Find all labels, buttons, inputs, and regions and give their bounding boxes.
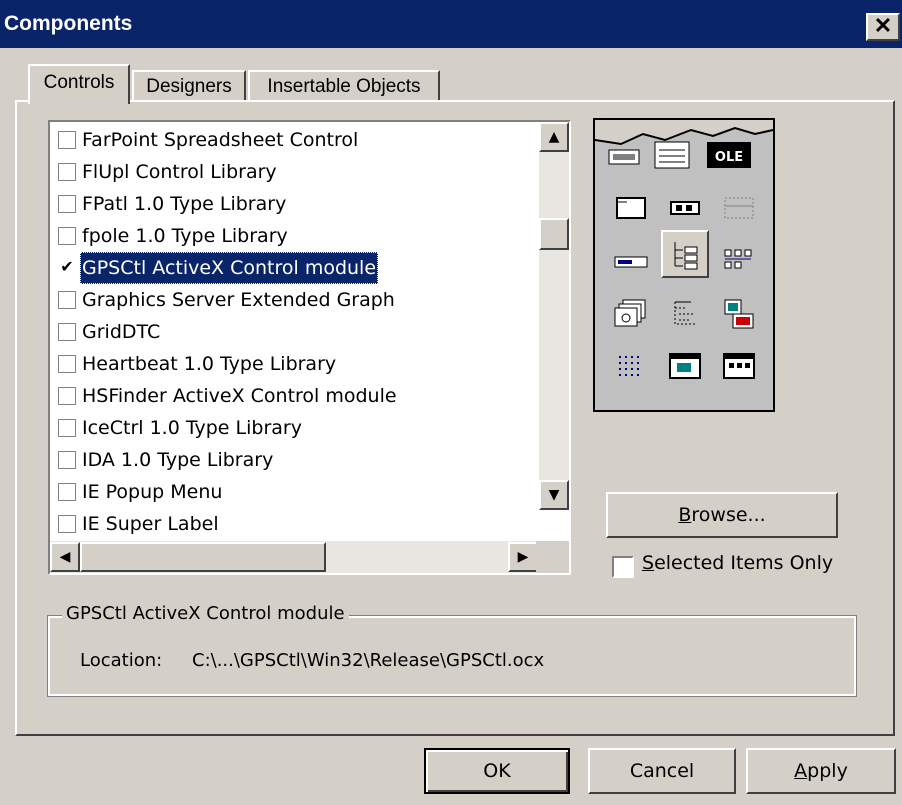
monthview-icon [723, 353, 755, 379]
partial-toolbar-icon [608, 149, 640, 165]
ole-icon: OLE [707, 142, 751, 168]
combo-list-icon [654, 141, 690, 169]
list-item-label: HSFinder ActiveX Control module [82, 385, 397, 407]
cancel-label: Cancel [629, 760, 695, 782]
scroll-left-button[interactable]: ◀ [50, 542, 80, 572]
animation-icon [669, 353, 701, 379]
listview-icon [724, 249, 752, 269]
browse-label: rowse... [691, 504, 766, 526]
image-combo-icon [724, 299, 754, 329]
components-list[interactable]: FarPoint Spreadsheet Control FlUpl Contro… [48, 120, 571, 575]
list-item-checkbox[interactable] [58, 515, 76, 533]
ok-button[interactable]: OK [424, 748, 570, 794]
list-item-checkbox[interactable] [58, 291, 76, 309]
list-item-label: Graphics Server Extended Graph [82, 289, 395, 311]
list-item-label: FlUpl Control Library [82, 161, 277, 183]
tab-insertable-objects[interactable]: Insertable Objects [248, 70, 440, 102]
list-item-label: IceCtrl 1.0 Type Library [82, 417, 302, 439]
list-item-checkbox[interactable] [58, 163, 76, 181]
vertical-scroll-thumb[interactable] [539, 218, 569, 250]
list-item-label: IE Popup Menu [82, 481, 223, 503]
browse-button[interactable]: Browse... [606, 492, 838, 538]
selected-items-only-label[interactable]: Selected Items Only [642, 552, 833, 574]
tab-controls-label: Controls [43, 72, 115, 93]
outline-icon [674, 301, 697, 325]
dotted-frame-icon [724, 197, 754, 219]
selected-only-text: elected Items Only [654, 552, 834, 574]
arrow-up-icon: ▲ [548, 129, 560, 145]
arrow-left-icon: ◀ [59, 549, 71, 565]
close-icon: ✕ [873, 13, 893, 38]
list-item-checkbox[interactable] [58, 387, 76, 405]
list-item-checkbox[interactable] [58, 323, 76, 341]
vertical-scrollbar[interactable]: ▲ ▼ [539, 122, 569, 510]
list-item-label: fpole 1.0 Type Library [82, 225, 288, 247]
cancel-button[interactable]: Cancel [588, 748, 736, 794]
frame-icon [616, 197, 646, 219]
close-button[interactable]: ✕ [866, 13, 900, 41]
details-group-title: GPSCtl ActiveX Control module [62, 603, 349, 624]
location-label: Location: [80, 650, 163, 671]
scroll-up-button[interactable]: ▲ [539, 122, 569, 152]
scroll-down-button[interactable]: ▼ [539, 480, 569, 510]
list-item-checkbox[interactable]: ✔ [58, 259, 76, 277]
list-item-checkbox[interactable] [58, 451, 76, 469]
tab-designers[interactable]: Designers [132, 70, 246, 102]
list-item-label: GPSCtl ActiveX Control module [80, 252, 379, 284]
list-item-label: Heartbeat 1.0 Type Library [82, 353, 337, 375]
apply-label: pply [807, 760, 848, 782]
selected-items-only-checkbox[interactable] [612, 556, 634, 578]
list-item-label: GridDTC [82, 321, 161, 343]
scroll-right-button[interactable]: ▶ [508, 542, 538, 572]
list-item-label: FPatl 1.0 Type Library [82, 193, 287, 215]
list-item-checkbox[interactable] [58, 419, 76, 437]
tab-controls[interactable]: Controls [28, 64, 130, 104]
list-item-checkbox[interactable] [58, 355, 76, 373]
arrow-down-icon: ▼ [548, 487, 560, 503]
progress-bar-icon [614, 256, 648, 268]
toolbox-preview: OLE [593, 118, 775, 412]
svg-text:OLE: OLE [715, 150, 743, 165]
list-item-label: IE Super Label [82, 513, 219, 535]
tab-insertable-objects-label: Insertable Objects [267, 76, 421, 97]
horizontal-scrollbar[interactable]: ◀ ▶ [50, 541, 538, 573]
tabstrip-icon [614, 299, 646, 327]
list-item-checkbox[interactable] [58, 195, 76, 213]
list-item-label: IDA 1.0 Type Library [82, 449, 274, 471]
apply-accel: A [794, 760, 808, 782]
browse-accel: B [678, 504, 692, 526]
window-title: Components [4, 12, 133, 35]
scrollbar-corner [536, 541, 569, 573]
list-item-label: FarPoint Spreadsheet Control [82, 129, 359, 151]
location-value: C:\...\GPSCtl\Win32\Release\GPSCtl.ocx [192, 650, 545, 671]
list-item-checkbox[interactable] [58, 483, 76, 501]
tab-designers-label: Designers [146, 76, 232, 97]
label-control-icon [670, 201, 700, 215]
ok-label: OK [483, 760, 511, 782]
list-item-checkbox[interactable] [58, 227, 76, 245]
title-bar [0, 0, 902, 48]
horizontal-scroll-thumb[interactable] [80, 542, 326, 572]
dot-grid-icon [619, 356, 639, 376]
list-item-checkbox[interactable] [58, 131, 76, 149]
selected-only-accel: S [642, 552, 655, 574]
treeview-icon [674, 242, 698, 270]
apply-button[interactable]: Apply [746, 748, 896, 794]
arrow-right-icon: ▶ [517, 549, 529, 565]
